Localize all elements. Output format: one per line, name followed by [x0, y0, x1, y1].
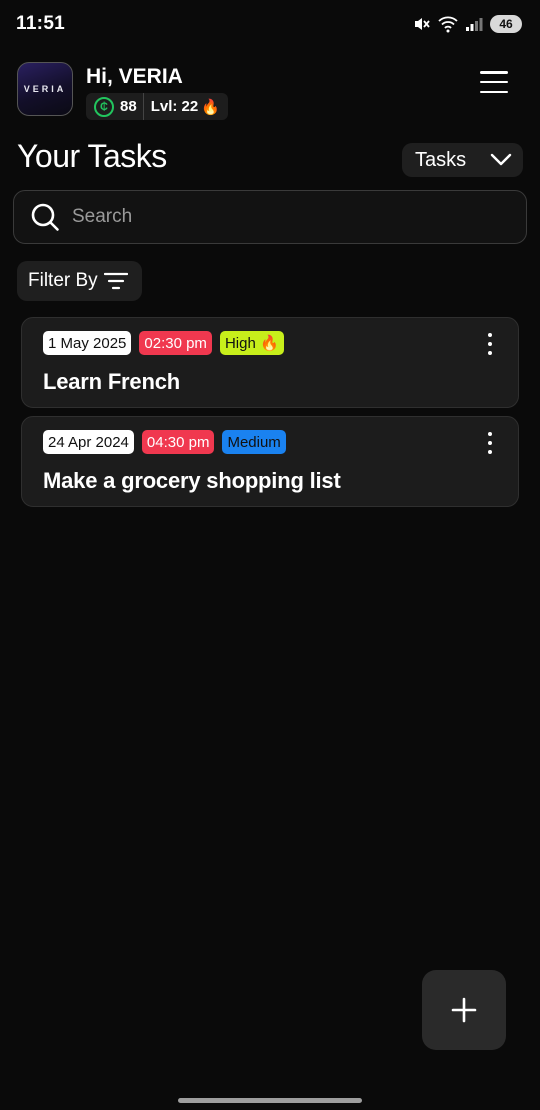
- filter-icon: [103, 272, 128, 290]
- task-date-badge: 1 May 2025: [43, 331, 132, 355]
- search-bar[interactable]: [13, 190, 527, 244]
- task-list: 1 May 2025 02:30 pm High 🔥 Learn French …: [21, 317, 519, 515]
- home-indicator[interactable]: [178, 1098, 362, 1103]
- user-stats: ₵ 88 Lvl: 22 🔥: [86, 93, 228, 120]
- task-card[interactable]: 1 May 2025 02:30 pm High 🔥 Learn French: [21, 317, 519, 408]
- task-card[interactable]: 24 Apr 2024 04:30 pm Medium Make a groce…: [21, 416, 519, 507]
- task-tags: 1 May 2025 02:30 pm High 🔥: [43, 331, 284, 355]
- task-date-badge: 24 Apr 2024: [43, 430, 134, 454]
- task-priority-badge: Medium: [222, 430, 286, 454]
- mute-icon: [412, 14, 432, 34]
- app-logo[interactable]: VERIA: [17, 62, 73, 116]
- view-dropdown-label: Tasks: [415, 148, 467, 171]
- search-icon: [31, 203, 59, 231]
- search-input[interactable]: [72, 206, 472, 228]
- logo-text: VERIA: [23, 84, 67, 94]
- task-title: Learn French: [43, 369, 180, 394]
- status-time: 11:51: [16, 13, 66, 34]
- filter-label: Filter By: [28, 270, 98, 291]
- plus-icon: [451, 997, 477, 1023]
- level-text: Lvl: 22: [150, 98, 199, 115]
- greeting: Hi, VERIA: [86, 65, 183, 88]
- chevron-down-icon: [490, 153, 512, 166]
- coin-balance: ₵ 88: [86, 93, 143, 120]
- status-icons: 46: [412, 14, 522, 34]
- filter-button[interactable]: Filter By: [17, 261, 142, 301]
- fire-icon: 🔥: [201, 98, 220, 116]
- level-indicator: Lvl: 22 🔥: [144, 93, 228, 120]
- task-time-badge: 04:30 pm: [141, 430, 215, 454]
- wifi-icon: [438, 14, 458, 34]
- task-time-badge: 02:30 pm: [139, 331, 212, 355]
- status-bar: 11:51 46: [0, 0, 540, 50]
- more-options-icon[interactable]: [484, 333, 496, 355]
- add-task-button[interactable]: [422, 970, 506, 1050]
- task-title: Make a grocery shopping list: [43, 468, 341, 493]
- coin-count: 88: [120, 98, 137, 115]
- view-dropdown[interactable]: Tasks: [402, 143, 523, 177]
- battery-indicator: 46: [490, 15, 522, 33]
- hamburger-menu-icon[interactable]: [480, 71, 508, 93]
- more-options-icon[interactable]: [484, 432, 496, 454]
- task-tags: 24 Apr 2024 04:30 pm Medium: [43, 430, 286, 454]
- signal-icon: [464, 14, 484, 34]
- task-priority-badge: High 🔥: [219, 331, 284, 355]
- page-title: Your Tasks: [17, 138, 167, 174]
- coin-icon: ₵: [94, 96, 114, 117]
